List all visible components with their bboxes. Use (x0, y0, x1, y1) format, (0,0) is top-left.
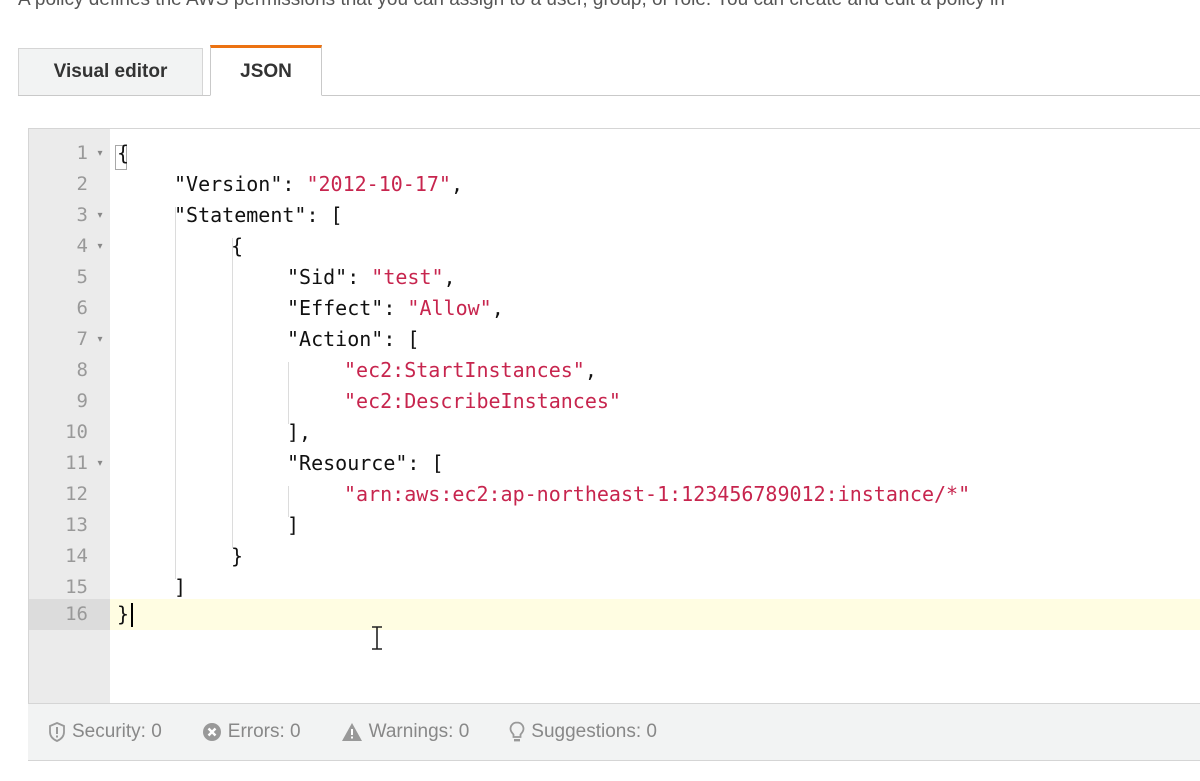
json-string-value: "test" (371, 265, 444, 289)
code-text: "ec2:StartInstances", (344, 355, 597, 386)
code-text: "ec2:DescribeInstances" (344, 389, 621, 413)
code-text: "Sid": "test", (287, 262, 456, 293)
line-number: 6 (76, 297, 88, 319)
code-text: } (231, 544, 244, 568)
warnings-count: Warnings: 0 (368, 721, 470, 742)
line-number: 10 (65, 421, 88, 443)
code-text: "Statement": [ (174, 203, 343, 227)
code-text: "Resource": [ (287, 451, 444, 475)
code-text: ] (287, 513, 300, 537)
line-number: 8 (76, 359, 88, 381)
json-string-value: "2012-10-17" (306, 172, 451, 196)
code-line: 4 ▾ { (29, 231, 1200, 262)
security-status[interactable]: Security: 0 (48, 721, 162, 743)
line-number: 12 (65, 483, 88, 505)
line-number: 9 (76, 390, 88, 412)
code-text: { (231, 234, 244, 258)
code-line: 10 ], (29, 417, 1200, 448)
code-line: 8 "ec2:StartInstances", (29, 355, 1200, 386)
validation-status-bar: Security: 0 Errors: 0 Warnings: 0 Sugges… (28, 703, 1200, 761)
json-key: "Sid": (287, 265, 372, 289)
warning-triangle-icon (341, 723, 362, 741)
code-line: 14 } (29, 541, 1200, 572)
fold-arrow-icon[interactable]: ▾ (93, 448, 107, 479)
fold-arrow-icon[interactable]: ▾ (93, 200, 107, 231)
code-text: ], (287, 420, 312, 444)
code-line: 3 ▾ "Statement": [ (29, 200, 1200, 231)
code-line: 12 "arn:aws:ec2:ap-northeast-1:123456789… (29, 479, 1200, 510)
json-string-value: "ec2:StartInstances" (344, 358, 585, 382)
code-text: "arn:aws:ec2:ap-northeast-1:123456789012… (344, 482, 971, 506)
security-count: Security: 0 (72, 721, 162, 742)
line-number: 2 (76, 173, 88, 195)
policy-description: A policy defines the AWS permissions tha… (18, 0, 1005, 11)
errors-count: Errors: 0 (227, 721, 301, 742)
code-text: { (117, 141, 130, 165)
suggestions-status[interactable]: Suggestions: 0 (509, 721, 657, 743)
fold-arrow-icon[interactable]: ▾ (93, 138, 107, 169)
lightbulb-icon (509, 721, 525, 742)
punctuation: , (443, 265, 456, 289)
json-string-value: "Allow" (407, 296, 492, 320)
code-line-current: 16 } (29, 599, 1200, 630)
editor-tabs: Visual editor JSON (18, 45, 1200, 96)
code-line: 6 "Effect": "Allow", (29, 293, 1200, 324)
tab-json[interactable]: JSON (210, 45, 322, 96)
warnings-status[interactable]: Warnings: 0 (341, 721, 470, 743)
errors-status[interactable]: Errors: 0 (202, 721, 301, 743)
punctuation: , (584, 358, 597, 382)
ibeam-cursor-icon (372, 626, 382, 650)
code-line: 2 "Version": "2012-10-17", (29, 169, 1200, 200)
code-line: 9 "ec2:DescribeInstances" (29, 386, 1200, 417)
code-line: 7 ▾ "Action": [ (29, 324, 1200, 355)
punctuation: , (450, 172, 463, 196)
json-key: "Effect": (287, 296, 408, 320)
code-line: 5 "Sid": "test", (29, 262, 1200, 293)
line-number: 16 (29, 599, 110, 630)
code-text: "Action": [ (287, 327, 420, 351)
json-code-editor[interactable]: 1 ▾ { 2 "Version": "2012-10-17", 3 ▾ "St… (28, 128, 1200, 704)
code-line: 1 ▾ { (29, 138, 1200, 169)
line-number: 5 (76, 266, 88, 288)
fold-arrow-icon[interactable]: ▾ (93, 324, 107, 355)
json-key: "Version": (174, 172, 307, 196)
code-text: "Effect": "Allow", (287, 293, 504, 324)
suggestions-count: Suggestions: 0 (531, 721, 657, 742)
code-line: 11 ▾ "Resource": [ (29, 448, 1200, 479)
code-text: } (117, 602, 130, 626)
line-number: 13 (65, 514, 88, 536)
code-text: "Version": "2012-10-17", (174, 169, 463, 200)
code-line: 13 ] (29, 510, 1200, 541)
error-x-icon (202, 723, 221, 741)
tab-visual-editor[interactable]: Visual editor (18, 48, 203, 95)
punctuation: , (491, 296, 504, 320)
text-cursor (131, 603, 133, 627)
fold-arrow-icon[interactable]: ▾ (93, 231, 107, 262)
line-number: 14 (65, 545, 88, 567)
shield-icon (49, 722, 65, 742)
